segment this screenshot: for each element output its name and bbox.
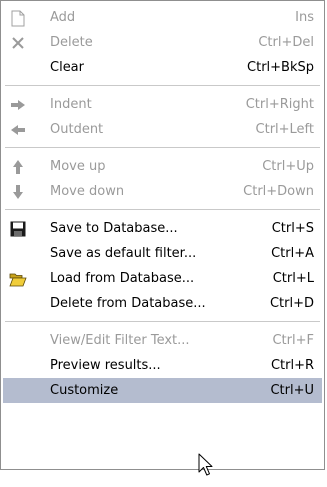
menu-item-shortcut: Ctrl+Left <box>255 122 314 137</box>
menu-item-save-to-database[interactable]: Save to Database... Ctrl+S <box>3 216 322 241</box>
menu-item-clear[interactable]: Clear Ctrl+BkSp <box>3 55 322 80</box>
menu-item-move-up[interactable]: Move up Ctrl+Up <box>3 154 322 179</box>
arrow-up-icon <box>9 158 27 176</box>
menu-item-shortcut: Ctrl+Del <box>258 35 314 50</box>
menu-item-label: Save as default filter... <box>50 246 197 261</box>
menu-item-label: Indent <box>50 97 92 112</box>
menu-item-label: Move up <box>50 159 106 174</box>
menu-item-label: Preview results... <box>50 358 161 373</box>
menu-item-shortcut: Ctrl+Right <box>245 97 314 112</box>
menu-item-shortcut: Ctrl+Down <box>243 184 314 199</box>
menu-item-shortcut: Ctrl+D <box>269 296 314 311</box>
background-strip <box>0 470 327 487</box>
delete-x-icon <box>9 34 27 52</box>
menu-separator <box>5 209 320 210</box>
menu-item-label: Customize <box>50 383 119 398</box>
menu-item-shortcut: Ctrl+U <box>270 383 314 398</box>
context-menu: Add Ins Delete Ctrl+Del Clear Ctrl+BkSp … <box>0 0 325 470</box>
menu-item-shortcut: Ctrl+S <box>271 221 314 236</box>
menu-separator <box>5 321 320 322</box>
menu-item-label: View/Edit Filter Text... <box>50 333 190 348</box>
menu-item-view-edit-filter-text[interactable]: View/Edit Filter Text... Ctrl+F <box>3 328 322 353</box>
menu-item-shortcut: Ctrl+Up <box>262 159 314 174</box>
menu-item-save-as-default-filter[interactable]: Save as default filter... Ctrl+A <box>3 241 322 266</box>
menu-item-label: Save to Database... <box>50 221 178 236</box>
menu-item-label: Clear <box>50 60 84 75</box>
menu-item-label: Add <box>50 10 76 25</box>
menu-separator <box>5 147 320 148</box>
menu-item-label: Outdent <box>50 122 104 137</box>
menu-item-label: Delete <box>50 35 93 50</box>
menu-item-shortcut: Ctrl+L <box>272 271 314 286</box>
arrow-left-icon <box>9 121 27 139</box>
menu-item-load-from-database[interactable]: Load from Database... Ctrl+L <box>3 266 322 291</box>
menu-item-label: Move down <box>50 184 125 199</box>
menu-item-outdent[interactable]: Outdent Ctrl+Left <box>3 117 322 142</box>
open-folder-icon <box>9 270 27 288</box>
menu-item-add[interactable]: Add Ins <box>3 5 322 30</box>
menu-item-delete[interactable]: Delete Ctrl+Del <box>3 30 322 55</box>
menu-separator <box>5 85 320 86</box>
menu-item-shortcut: Ins <box>295 10 314 25</box>
menu-item-move-down[interactable]: Move down Ctrl+Down <box>3 179 322 204</box>
floppy-disk-icon <box>9 220 27 238</box>
menu-item-shortcut: Ctrl+BkSp <box>247 60 314 75</box>
menu-item-customize[interactable]: Customize Ctrl+U <box>3 378 322 403</box>
menu-item-indent[interactable]: Indent Ctrl+Right <box>3 92 322 117</box>
arrow-down-icon <box>9 183 27 201</box>
menu-item-label: Delete from Database... <box>50 296 206 311</box>
menu-item-preview-results[interactable]: Preview results... Ctrl+R <box>3 353 322 378</box>
menu-item-shortcut: Ctrl+A <box>271 246 314 261</box>
new-document-icon <box>9 9 27 27</box>
menu-item-shortcut: Ctrl+F <box>272 333 314 348</box>
menu-item-delete-from-database[interactable]: Delete from Database... Ctrl+D <box>3 291 322 316</box>
menu-item-shortcut: Ctrl+R <box>270 358 314 373</box>
arrow-right-icon <box>9 96 27 114</box>
menu-item-label: Load from Database... <box>50 271 195 286</box>
